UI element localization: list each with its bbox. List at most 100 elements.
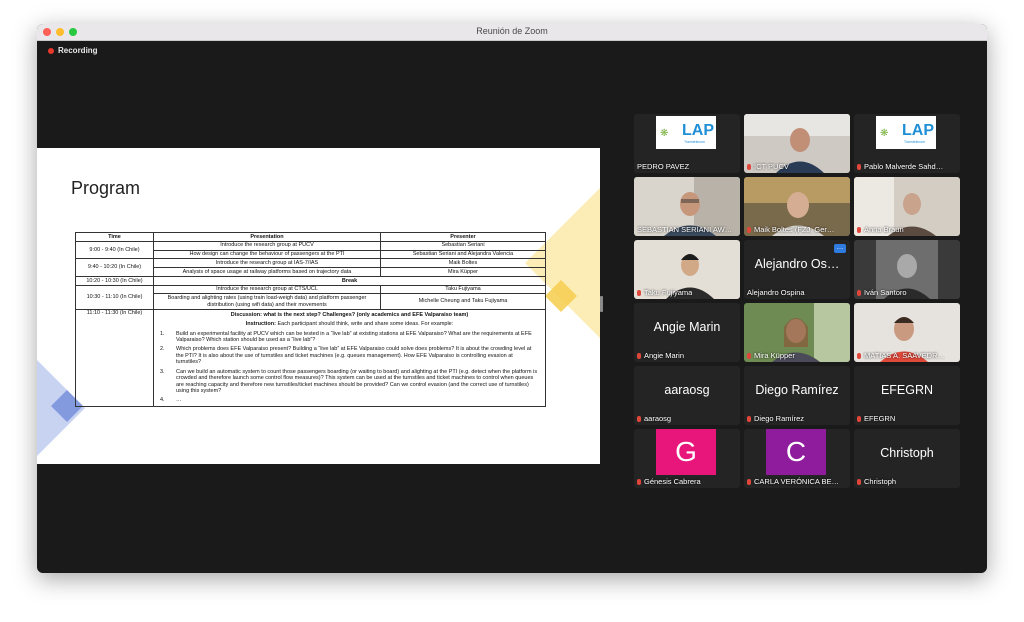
presentation-cell: How design can change the behaviour of p… (153, 249, 381, 260)
participant-name: Génesis Cabrera (637, 477, 701, 486)
presentation-cell: Analysis of space usage at railway platf… (153, 267, 381, 277)
table-row: 11:10 - 11:30 (In Chile) Discussion: wha… (75, 308, 546, 407)
table-row: 10:30 - 11:10 (In Chile) Introduce the r… (75, 284, 546, 310)
item-number: 3. (160, 368, 165, 375)
presenter-cell: Taku Fujiyama (380, 284, 546, 295)
participant-name: Diego Ramírez (747, 414, 804, 423)
participant-tile[interactable]: ❋ LAP Transtelecom PEDRO PAVEZ (634, 114, 740, 173)
mic-muted-icon (637, 290, 641, 296)
lap-logo: ❋ LAP Transtelecom (656, 116, 716, 149)
item-number: 1. (160, 330, 165, 337)
participant-tile[interactable]: MATIAS A. SAAVEDR… (854, 303, 960, 362)
participant-name: ICT PUCV (747, 162, 789, 171)
participant-tile[interactable]: ❋ LAP Transtelecom Pablo Malverde Sahd… (854, 114, 960, 173)
list-item: 4. … (160, 397, 539, 404)
presentation-cell: Introduce the research group at CTS/UCL (153, 284, 381, 295)
mic-muted-icon (857, 227, 861, 233)
mic-muted-icon (637, 353, 641, 359)
item-number: 4. (160, 397, 165, 404)
presenter-cell: Mira Küpper (380, 267, 546, 277)
item-text: Can we build an automatic system to coun… (176, 368, 538, 395)
table-row: 10:20 - 10:30 (In Chile) Break (75, 275, 546, 286)
mic-muted-icon (637, 479, 641, 485)
participant-tile[interactable]: Diego Ramírez Diego Ramírez (744, 366, 850, 425)
panel-resize-handle[interactable] (600, 296, 603, 312)
slide-title: Program (71, 178, 141, 198)
participant-tile[interactable]: Anna Braun (854, 177, 960, 236)
participant-name: Iván Santoro (857, 288, 907, 297)
item-text: Which problems does EFE Valparaiso prese… (176, 346, 532, 366)
participant-name: Angie Marin (637, 351, 684, 360)
mic-muted-icon (857, 164, 861, 170)
mic-muted-icon (857, 290, 861, 296)
avatar: C (766, 429, 826, 475)
participant-tile[interactable]: Christoph Christoph (854, 429, 960, 488)
mic-muted-icon (857, 416, 861, 422)
mic-muted-icon (637, 416, 641, 422)
presenter-cell: Sebastian Seriani (380, 240, 546, 251)
header-time: Time (75, 232, 154, 242)
participant-name: Alejandro Ospina (747, 288, 805, 297)
participant-display-name: Angie Marin (653, 320, 721, 334)
participant-tile[interactable]: EFEGRN EFEGRN (854, 366, 960, 425)
participant-name: Taku Fujiyama (637, 288, 692, 297)
participant-tile[interactable]: aaraosg aaraosg (634, 366, 740, 425)
title-bar: Reunión de Zoom (37, 24, 987, 41)
instruction-line: Instruction: Each participant should thi… (160, 321, 539, 328)
participant-tile[interactable]: Iván Santoro (854, 240, 960, 299)
more-options-button[interactable]: … (834, 244, 846, 253)
time-cell: 9:00 - 9:40 (In Chile) (75, 240, 154, 260)
leaf-icon: ❋ (880, 128, 889, 139)
participant-tile-active-speaker[interactable]: SEBASTIAN SERIANI AW… (634, 177, 740, 236)
item-text: Build an experimental facility at PUCV w… (176, 330, 532, 344)
mic-muted-icon (747, 164, 751, 170)
leaf-icon: ❋ (660, 128, 669, 139)
participant-tile[interactable]: C CARLA VERÓNICA BE… (744, 429, 850, 488)
presenter-cell: Maik Boltes (380, 258, 546, 269)
recording-indicator[interactable]: Recording (48, 46, 98, 55)
discussion-cell: Discussion: what is the next step? Chall… (153, 308, 546, 407)
item-number: 2. (160, 346, 165, 353)
participant-tile[interactable]: ICT PUCV (744, 114, 850, 173)
participant-name: Mira Küpper (747, 351, 795, 360)
participant-name: Christoph (857, 477, 896, 486)
item-text: … (176, 397, 182, 404)
mic-muted-icon (747, 479, 751, 485)
mic-muted-icon (747, 227, 751, 233)
participant-display-name: Alejandro Os… (754, 257, 840, 271)
lap-logo: ❋ LAP Transtelecom (876, 116, 936, 149)
presentation-cell: Introduce the research group at PUCV (153, 240, 381, 251)
list-item: 1. Build an experimental facility at PUCV… (160, 331, 539, 344)
presentation-cell: Introduce the research group at IAS-7/IA… (153, 258, 381, 269)
mic-muted-icon (857, 479, 861, 485)
participant-display-name: EFEGRN (880, 383, 934, 397)
participant-name: CARLA VERÓNICA BE… (747, 477, 839, 486)
window-title: Reunión de Zoom (476, 26, 548, 36)
participant-name: Maik Boltes (FZJ, Ger… (747, 225, 834, 234)
table-row: 9:40 - 10:20 (In Chile) Introduce the re… (75, 258, 546, 277)
participant-tile[interactable]: Taku Fujiyama (634, 240, 740, 299)
presentation-cell: Boarding and alighting rates (using trai… (153, 293, 381, 310)
participant-tile[interactable]: Maik Boltes (FZJ, Ger… (744, 177, 850, 236)
participant-name: SEBASTIAN SERIANI AW… (637, 225, 733, 234)
break-cell: Break (153, 275, 546, 286)
participant-tile[interactable]: Mira Küpper (744, 303, 850, 362)
recording-label: Recording (58, 46, 98, 55)
header-presentation: Presentation (153, 232, 381, 242)
table-row: 9:00 - 9:40 (In Chile) Introduce the res… (75, 240, 546, 260)
presenter-cell: Michelle Cheung and Taku Fujiyama (380, 293, 546, 310)
participant-display-name: Diego Ramírez (755, 383, 839, 397)
table-header-row: Time Presentation Presenter (75, 232, 546, 242)
mic-muted-icon (747, 416, 751, 422)
mic-muted-icon (747, 353, 751, 359)
participant-name: EFEGRN (857, 414, 895, 423)
program-table: Time Presentation Presenter 9:00 - 9:40 … (75, 232, 546, 407)
time-cell: 10:20 - 10:30 (In Chile) (75, 275, 154, 286)
participant-name: Pablo Malverde Sahd… (857, 162, 943, 171)
participant-tile[interactable]: G Génesis Cabrera (634, 429, 740, 488)
list-item: 2. Which problems does EFE Valparaiso pre… (160, 346, 539, 366)
participant-tile[interactable]: Angie Marin Angie Marin (634, 303, 740, 362)
participant-tile[interactable]: … Alejandro Os… Alejandro Ospina (744, 240, 850, 299)
shared-screen: Program Time Presentation Presenter 9:00… (37, 148, 600, 464)
avatar: G (656, 429, 716, 475)
